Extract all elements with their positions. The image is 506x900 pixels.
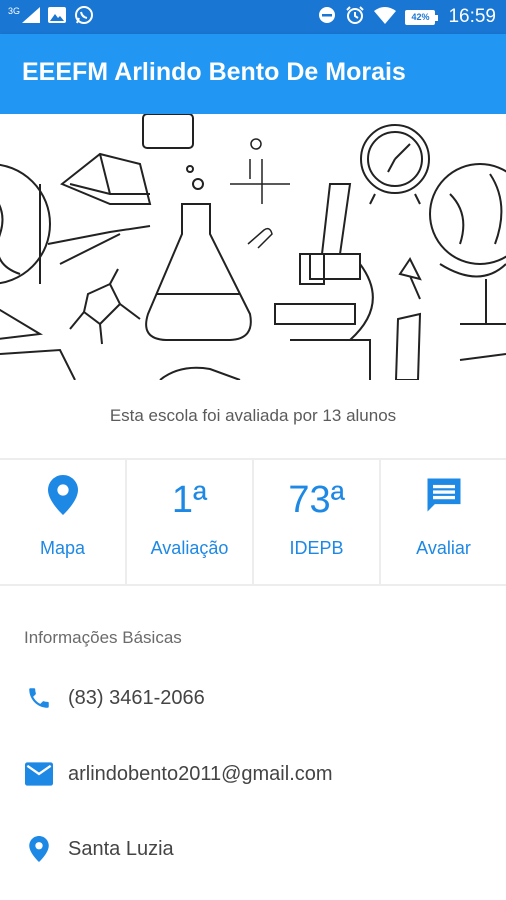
idepb-label: IDEPB [289, 538, 344, 558]
formula-drawing [230, 138, 290, 204]
evaluation-stat[interactable]: 1ª Avaliação [127, 460, 254, 584]
email-icon [24, 759, 54, 789]
battery-level: 42% [411, 12, 430, 22]
battery-icon: 42% [405, 9, 439, 25]
rating-summary-text: Esta escola foi avaliada por 13 alunos [109, 406, 397, 425]
rate-button[interactable]: Avaliar [381, 460, 506, 584]
do-not-disturb-icon [318, 6, 336, 29]
idepb-stat[interactable]: 73ª IDEPB [254, 460, 381, 584]
comment-icon [422, 473, 466, 527]
map-label: Mapa [39, 538, 86, 558]
globe-drawing [0, 163, 51, 340]
basic-info-title: Informações Básicas [24, 628, 182, 647]
rate-label: Avaliar [416, 538, 471, 558]
idepb-value: 73ª [288, 478, 345, 521]
book-drawing [60, 152, 152, 205]
status-bar: 3G 42% 16:59 [0, 0, 506, 34]
network-type-label: 3G [8, 6, 21, 16]
whatsapp-icon [74, 5, 94, 30]
signal-icon [22, 6, 41, 28]
map-button[interactable]: Mapa [0, 460, 127, 584]
city-row[interactable]: Santa Luzia [24, 834, 484, 864]
flask-drawing [145, 165, 252, 341]
city-name: Santa Luzia [68, 837, 174, 860]
globe-drawing-right [429, 163, 506, 325]
evaluation-label: Avaliação [150, 538, 229, 558]
evaluation-value: 1ª [171, 478, 208, 521]
phone-number: (83) 3461-2066 [68, 686, 205, 709]
phone-icon [24, 683, 54, 713]
status-time: 16:59 [448, 6, 496, 27]
school-banner-image [0, 114, 506, 380]
microscope-drawing [274, 183, 374, 380]
clock-drawing [360, 124, 430, 205]
location-pin-icon [47, 475, 78, 525]
wifi-icon [374, 6, 397, 29]
phone-row[interactable]: (83) 3461-2066 [24, 683, 484, 713]
email-row[interactable]: arlindobento2011@gmail.com [24, 759, 484, 789]
stats-row: Mapa 1ª Avaliação 73ª IDEPB Avaliar [0, 458, 506, 586]
email-address: arlindobento2011@gmail.com [68, 762, 333, 785]
location-pin-icon [24, 834, 54, 864]
page-title: EEEFM Arlindo Bento De Morais [22, 58, 406, 86]
alarm-icon [345, 5, 365, 30]
image-icon [48, 6, 67, 28]
molecule-drawing [69, 268, 141, 345]
app-bar: EEEFM Arlindo Bento De Morais [0, 34, 506, 114]
